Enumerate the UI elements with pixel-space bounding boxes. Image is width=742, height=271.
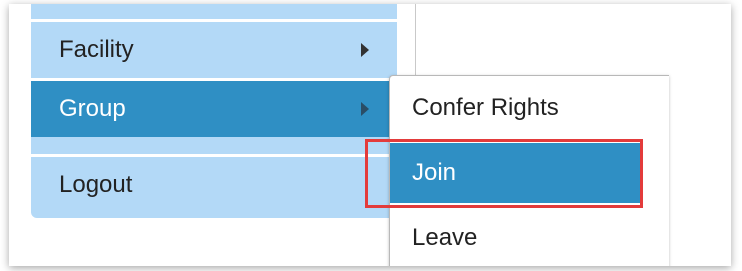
menu-item-label: Facility (59, 36, 134, 63)
submenu-item-join[interactable]: Join (390, 143, 641, 203)
chevron-right-icon (361, 43, 369, 57)
submenu-item-leave[interactable]: Leave (390, 208, 669, 266)
menu-item-label: Group (59, 95, 126, 122)
screenshot-frame: Facility Group Logout Confer Rights Join… (9, 4, 731, 266)
submenu-item-confer-rights[interactable]: Confer Rights (390, 78, 669, 138)
group-submenu: Confer Rights Join Leave (389, 75, 669, 266)
menu-item-facility[interactable]: Facility (31, 22, 397, 78)
submenu-item-label: Confer Rights (412, 94, 559, 121)
menu-item-partial[interactable] (31, 4, 397, 19)
menu-item-logout[interactable]: Logout (31, 157, 397, 213)
submenu-item-label: Leave (412, 224, 478, 251)
menu-item-label: Logout (59, 171, 133, 198)
menu-item-group[interactable]: Group (31, 81, 397, 137)
main-menu: Facility Group Logout (31, 4, 397, 218)
submenu-item-label: Join (412, 159, 457, 186)
chevron-right-icon (361, 102, 369, 116)
content-divider (415, 4, 416, 84)
